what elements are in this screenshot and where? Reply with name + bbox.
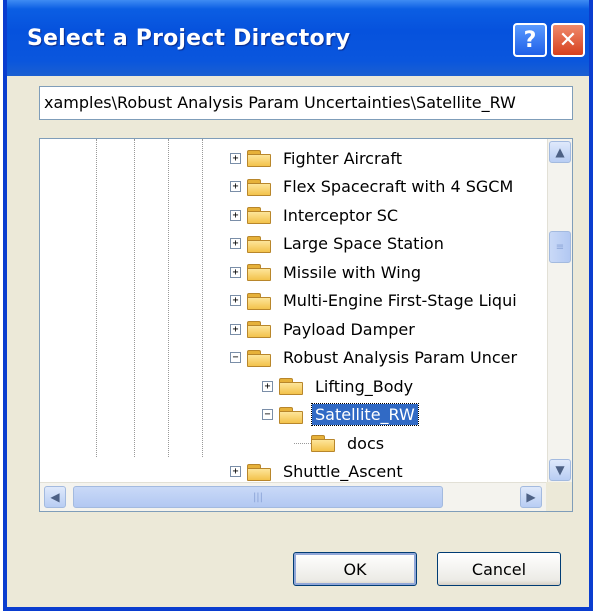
path-input[interactable]: xamples\Robust Analysis Param Uncertaint…	[39, 86, 573, 120]
tree-item[interactable]: + Lifting_Body	[262, 373, 416, 399]
tree-item[interactable]: + Fighter Aircraft	[230, 145, 405, 171]
title-bar[interactable]: Select a Project Directory ? ✕	[7, 0, 589, 76]
collapse-icon[interactable]: −	[230, 352, 241, 363]
help-button[interactable]: ?	[513, 23, 547, 57]
tree-item-label[interactable]: Multi-Engine First-Stage Liqui	[280, 290, 520, 311]
folder-icon	[279, 376, 305, 396]
folder-icon	[247, 319, 273, 339]
tree-item-label[interactable]: Lifting_Body	[312, 376, 416, 397]
folder-icon	[247, 234, 273, 254]
tree-item-label[interactable]: Payload Damper	[280, 319, 418, 340]
horizontal-scroll-thumb[interactable]: |||	[73, 486, 443, 508]
tree-item-label[interactable]: Satellite_RW	[311, 403, 419, 426]
close-button[interactable]: ✕	[551, 23, 585, 57]
tree-item[interactable]: − Robust Analysis Param Uncer	[230, 345, 520, 371]
expand-icon[interactable]: +	[230, 181, 241, 192]
scrollbar-corner	[546, 482, 572, 511]
tree-item-label[interactable]: Interceptor SC	[280, 205, 401, 226]
vertical-scroll-thumb[interactable]: ≡	[549, 231, 571, 263]
folder-icon	[247, 205, 273, 225]
folder-icon	[247, 262, 273, 282]
cancel-button[interactable]: Cancel	[437, 552, 561, 586]
tree-item[interactable]: + Shuttle_Ascent	[230, 459, 406, 485]
collapse-icon[interactable]: −	[262, 409, 273, 420]
tree-item[interactable]: + Payload Damper	[230, 316, 418, 342]
expand-icon[interactable]: +	[230, 266, 241, 278]
folder-icon	[247, 177, 273, 197]
tree-guide-line	[168, 139, 169, 457]
tree-item-label[interactable]: Fighter Aircraft	[280, 148, 405, 169]
folder-icon	[247, 148, 273, 168]
expand-icon[interactable]: +	[230, 152, 241, 164]
tree-item-label[interactable]: Shuttle_Ascent	[280, 461, 406, 482]
tree-connector	[294, 442, 311, 444]
folder-icon	[311, 433, 337, 453]
ok-button[interactable]: OK	[293, 552, 417, 586]
scroll-right-button[interactable]: ▶	[520, 486, 542, 508]
scroll-down-button[interactable]: ▼	[549, 459, 571, 481]
dialog-window: Select a Project Directory ? ✕ xamples\R…	[3, 0, 593, 611]
tree-item[interactable]: + Flex Spacecraft with 4 SGCM	[230, 174, 516, 200]
expand-icon[interactable]: +	[230, 295, 241, 306]
tree-item[interactable]: + Missile with Wing	[230, 259, 424, 285]
vertical-scrollbar[interactable]: ▲ ≡ ▼	[547, 139, 572, 483]
tree-item[interactable]: + Multi-Engine First-Stage Liqui	[230, 288, 520, 314]
expand-icon[interactable]: +	[230, 209, 241, 221]
folder-icon	[247, 291, 273, 311]
dialog-title: Select a Project Directory	[27, 26, 351, 51]
expand-icon[interactable]: +	[230, 238, 241, 249]
tree-item[interactable]: + Large Space Station	[230, 231, 447, 257]
tree-item[interactable]: − Satellite_RW	[262, 402, 419, 428]
expand-icon[interactable]: +	[262, 380, 273, 392]
tree-guide-line	[134, 139, 135, 457]
tree-guide-line	[96, 139, 97, 457]
tree-item-label[interactable]: Robust Analysis Param Uncer	[280, 347, 520, 368]
scroll-left-button[interactable]: ◀	[44, 486, 66, 508]
tree-guide-line	[202, 139, 203, 457]
expand-icon[interactable]: +	[230, 466, 241, 477]
folder-icon	[247, 348, 273, 368]
expand-icon[interactable]: +	[230, 323, 241, 335]
tree-item-label[interactable]: docs	[344, 433, 387, 454]
folder-icon	[247, 462, 273, 482]
tree-item-label[interactable]: Large Space Station	[280, 233, 447, 254]
directory-tree[interactable]: + Fighter Aircraft + Flex Spacecraft with 4…	[39, 138, 573, 512]
horizontal-scrollbar[interactable]: ◀ ||| ▶	[40, 482, 548, 511]
folder-icon	[279, 405, 305, 425]
tree-item-label[interactable]: Missile with Wing	[280, 262, 424, 283]
tree-item[interactable]: + Interceptor SC	[230, 202, 401, 228]
tree-item-label[interactable]: Flex Spacecraft with 4 SGCM	[280, 176, 516, 197]
tree-item[interactable]: docs	[294, 430, 387, 456]
scroll-up-button[interactable]: ▲	[549, 141, 571, 163]
